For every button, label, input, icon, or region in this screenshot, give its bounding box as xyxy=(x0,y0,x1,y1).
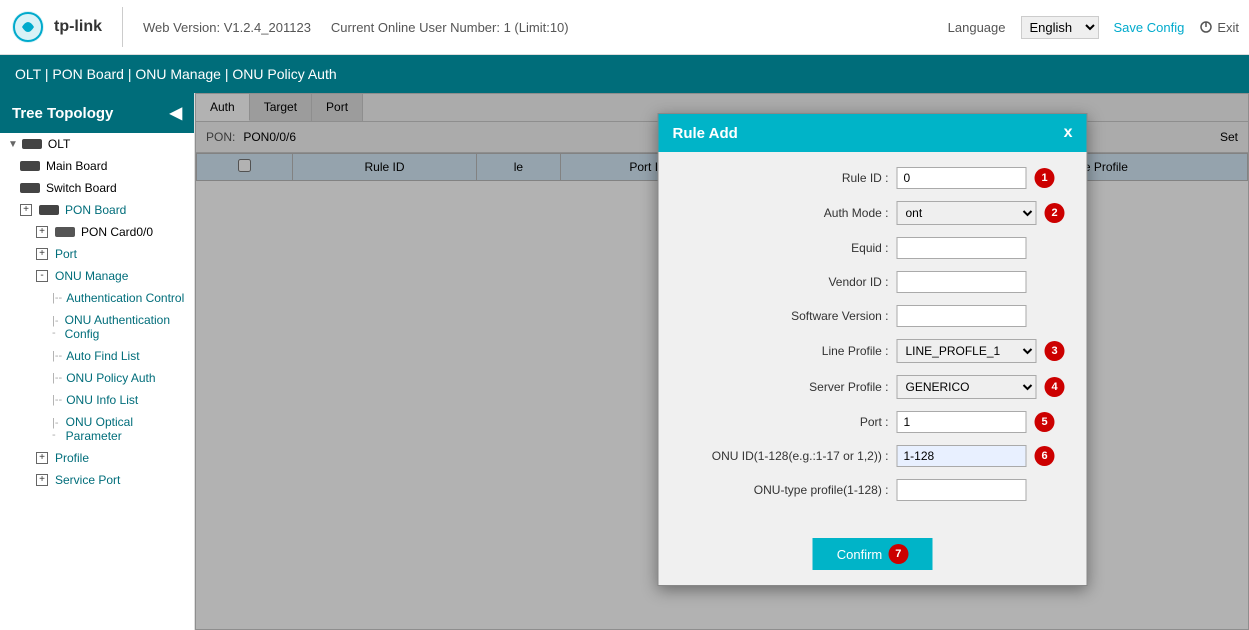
rule-id-input[interactable] xyxy=(897,167,1027,189)
step-3-badge: 3 xyxy=(1045,341,1065,361)
line-profile-label: Line Profile : xyxy=(679,344,889,358)
step-7-badge: 7 xyxy=(888,544,908,564)
language-label: Language xyxy=(948,20,1006,35)
software-version-row: Software Version : xyxy=(679,305,1067,327)
auth-mode-select[interactable]: ont mac password hybrid xyxy=(897,201,1037,225)
language-select[interactable]: English Chinese xyxy=(1021,16,1099,39)
modal-title: Rule Add xyxy=(673,125,738,142)
rule-id-row: Rule ID : 1 xyxy=(679,167,1067,189)
modal-header: Rule Add x xyxy=(659,114,1087,152)
online-user: Current Online User Number: 1 (Limit:10) xyxy=(331,20,569,35)
sidebar-item-profile[interactable]: + Profile xyxy=(0,447,194,469)
server-profile-select[interactable]: GENERICO DEFAULT xyxy=(897,375,1037,399)
line-profile-select[interactable]: LINE_PROFLE_1 LINE_PROFLE_2 xyxy=(897,339,1037,363)
auth-mode-label: Auth Mode : xyxy=(679,206,889,220)
rule-id-label: Rule ID : xyxy=(679,171,889,185)
onu-id-input[interactable] xyxy=(897,445,1027,467)
vendor-id-row: Vendor ID : xyxy=(679,271,1067,293)
header: tp-link Web Version: V1.2.4_201123 Curre… xyxy=(0,0,1249,55)
onu-id-label: ONU ID(1-128(e.g.:1-17 or 1,2)) : xyxy=(679,449,889,463)
sidebar-item-auto-find[interactable]: |-- Auto Find List xyxy=(0,345,194,367)
web-version: Web Version: V1.2.4_201123 xyxy=(143,20,311,35)
logo-text: tp-link xyxy=(54,18,102,36)
modal-body: Rule ID : 1 Auth Mode : ont mac password… xyxy=(659,152,1087,528)
step-2-badge: 2 xyxy=(1045,203,1065,223)
sidebar-item-onu-policy-auth[interactable]: |-- ONU Policy Auth xyxy=(0,367,194,389)
main-board-icon xyxy=(20,161,40,171)
service-port-expand-icon[interactable]: + xyxy=(36,474,48,486)
pon-expand-icon[interactable]: + xyxy=(20,204,32,216)
sidebar-item-olt[interactable]: ▼ OLT xyxy=(0,133,194,155)
software-version-label: Software Version : xyxy=(679,309,889,323)
software-version-input[interactable] xyxy=(897,305,1027,327)
auth-mode-row: Auth Mode : ont mac password hybrid 2 xyxy=(679,201,1067,225)
port-expand-icon[interactable]: + xyxy=(36,248,48,260)
logo-area: tp-link xyxy=(10,7,123,47)
save-config-link[interactable]: Save Config xyxy=(1114,20,1185,35)
content-area: Auth Target Port PON: PON0/0/6 Set Rule … xyxy=(195,93,1249,630)
olt-device-icon xyxy=(22,139,42,149)
pon-board-icon xyxy=(39,205,59,215)
port-input[interactable] xyxy=(897,411,1027,433)
line-profile-row: Line Profile : LINE_PROFLE_1 LINE_PROFLE… xyxy=(679,339,1067,363)
step-4-badge: 4 xyxy=(1045,377,1065,397)
sidebar-item-pon-board[interactable]: + PON Board xyxy=(0,199,194,221)
vendor-id-input[interactable] xyxy=(897,271,1027,293)
sidebar-item-pon-card[interactable]: + PON Card0/0 xyxy=(0,221,194,243)
sidebar-item-switch-board[interactable]: Switch Board xyxy=(0,177,194,199)
power-icon xyxy=(1199,20,1213,34)
equid-row: Equid : xyxy=(679,237,1067,259)
step-1-badge: 1 xyxy=(1035,168,1055,188)
expand-icon: ▼ xyxy=(8,139,18,150)
profile-expand-icon[interactable]: + xyxy=(36,452,48,464)
port-label: Port : xyxy=(679,415,889,429)
equid-label: Equid : xyxy=(679,241,889,255)
sidebar-item-auth-control[interactable]: |-- Authentication Control xyxy=(0,287,194,309)
sidebar-item-service-port[interactable]: + Service Port xyxy=(0,469,194,491)
sidebar-title[interactable]: Tree Topology ◀ xyxy=(0,93,194,133)
header-info: Web Version: V1.2.4_201123 Current Onlin… xyxy=(123,20,948,35)
vendor-id-label: Vendor ID : xyxy=(679,275,889,289)
header-right: Language English Chinese Save Config Exi… xyxy=(948,16,1239,39)
server-profile-label: Server Profile : xyxy=(679,380,889,394)
confirm-button[interactable]: Confirm 7 xyxy=(813,538,933,570)
sidebar: Tree Topology ◀ ▼ OLT Main Board Switch … xyxy=(0,93,195,630)
sidebar-item-onu-optical[interactable]: |-- ONU Optical Parameter xyxy=(0,411,194,447)
rule-add-modal: Rule Add x Rule ID : 1 Auth Mode : ont m… xyxy=(658,113,1088,586)
collapse-button[interactable]: ◀ xyxy=(170,103,182,123)
onu-id-row: ONU ID(1-128(e.g.:1-17 or 1,2)) : 6 xyxy=(679,445,1067,467)
breadcrumb: OLT | PON Board | ONU Manage | ONU Polic… xyxy=(0,55,1249,93)
modal-footer: Confirm 7 xyxy=(659,528,1087,585)
sidebar-item-onu-info-list[interactable]: |-- ONU Info List xyxy=(0,389,194,411)
sidebar-item-onu-auth-config[interactable]: |-- ONU Authentication Config xyxy=(0,309,194,345)
step-6-badge: 6 xyxy=(1035,446,1055,466)
port-row: Port : 5 xyxy=(679,411,1067,433)
server-profile-row: Server Profile : GENERICO DEFAULT 4 xyxy=(679,375,1067,399)
onu-type-input[interactable] xyxy=(897,479,1027,501)
sidebar-item-main-board[interactable]: Main Board xyxy=(0,155,194,177)
tp-link-logo-icon xyxy=(10,9,46,45)
exit-button[interactable]: Exit xyxy=(1199,20,1239,35)
equid-input[interactable] xyxy=(897,237,1027,259)
pon-card-expand-icon[interactable]: + xyxy=(36,226,48,238)
onu-type-label: ONU-type profile(1-128) : xyxy=(679,483,889,497)
switch-board-icon xyxy=(20,183,40,193)
main-layout: Tree Topology ◀ ▼ OLT Main Board Switch … xyxy=(0,93,1249,630)
modal-close-button[interactable]: x xyxy=(1064,124,1073,142)
sidebar-item-onu-manage[interactable]: - ONU Manage xyxy=(0,265,194,287)
onu-type-row: ONU-type profile(1-128) : xyxy=(679,479,1067,501)
pon-card-icon xyxy=(55,227,75,237)
step-5-badge: 5 xyxy=(1035,412,1055,432)
sidebar-item-port[interactable]: + Port xyxy=(0,243,194,265)
onu-manage-expand-icon[interactable]: - xyxy=(36,270,48,282)
